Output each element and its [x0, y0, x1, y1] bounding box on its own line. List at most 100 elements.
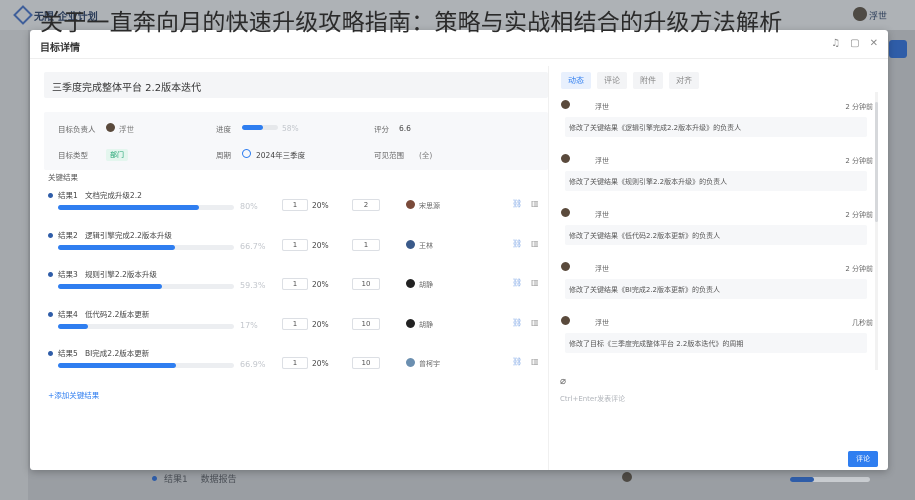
kr-name: 低代码2.2版本更新	[84, 310, 150, 319]
activity-time: 2 分钟前	[845, 103, 873, 111]
objective-progress-bar	[242, 125, 278, 130]
kr-title[interactable]: 结果4 低代码2.2版本更新	[58, 309, 149, 320]
link-icon[interactable]: ⛓	[512, 239, 522, 248]
weight-stepper[interactable]: 1	[282, 278, 308, 290]
kr-code: 结果3	[58, 270, 78, 279]
link-icon[interactable]: ⛓	[512, 318, 522, 327]
kr-progress-text: 66.9%	[240, 360, 266, 369]
weight-stepper[interactable]: 1	[282, 318, 308, 330]
confidence-stepper[interactable]: 1	[352, 239, 380, 251]
background-kr-name: 数据报告	[200, 475, 237, 485]
background-action-button[interactable]	[889, 40, 907, 58]
activity-user: 浮世	[595, 211, 609, 219]
weight-percent: 20%	[312, 201, 329, 210]
kr-progress-bar	[58, 284, 234, 289]
avatar	[406, 358, 415, 367]
modal-title: 目标详情	[40, 43, 80, 54]
trash-icon[interactable]: ▥	[531, 318, 539, 327]
activity-user: 浮世	[595, 103, 609, 111]
activity-item: 浮世 2 分钟前 修改了关键结果《低代码2.2版本更新》的负责人	[561, 200, 877, 252]
paperclip-icon[interactable]: ⌀	[560, 376, 566, 387]
activity-time: 2 分钟前	[845, 157, 873, 165]
kr-owner[interactable]: 曾柯宇	[419, 359, 440, 369]
confidence-stepper[interactable]: 10	[352, 357, 380, 369]
background-kr-row: 结果1 数据报告	[150, 472, 237, 485]
user-name[interactable]: 浮世	[869, 9, 887, 22]
kr-title[interactable]: 结果5 BI完成2.2版本更新	[58, 348, 149, 359]
key-result-row: 结果4 低代码2.2版本更新 17% 1 20% 10 胡静 ⛓ ▥	[48, 309, 548, 339]
clock-icon	[242, 149, 251, 158]
activity-item: 浮世 2 分钟前 修改了关键结果《规则引擎2.2版本升级》的负责人	[561, 146, 877, 198]
kr-progress-text: 66.7%	[240, 242, 266, 251]
kr-code: 结果4	[58, 310, 78, 319]
link-icon[interactable]: ⛓	[512, 199, 522, 208]
link-icon[interactable]: ⛓	[512, 357, 522, 366]
activity-tabs: 动态 评论 附件 对齐	[561, 72, 699, 89]
objective-title-field[interactable]: 三季度完成整体平台 2.2版本迭代	[44, 72, 548, 98]
trash-icon[interactable]: ▥	[531, 199, 539, 208]
tab-activity[interactable]: 动态	[561, 72, 591, 89]
score-label: 评分	[374, 125, 389, 134]
kr-owner[interactable]: 胡静	[419, 320, 433, 330]
weight-stepper[interactable]: 1	[282, 199, 308, 211]
avatar	[561, 208, 570, 217]
kr-owner[interactable]: 王林	[419, 241, 433, 251]
visibility-label: 可见范围	[374, 151, 404, 160]
activity-user: 浮世	[595, 319, 609, 327]
background-progress-bar	[790, 477, 870, 482]
bell-icon[interactable]: ♫	[831, 38, 840, 49]
kr-code: 结果5	[58, 349, 78, 358]
kr-progress-bar	[58, 363, 234, 368]
link-icon[interactable]: ⛓	[512, 278, 522, 287]
avatar	[406, 240, 415, 249]
objective-pane: 三季度完成整体平台 2.2版本迭代 目标负责人 浮世 进度 58% 评分 6.6…	[44, 72, 548, 170]
feed-scrollbar[interactable]	[875, 92, 878, 370]
kr-title[interactable]: 结果3 规则引擎2.2版本升级	[58, 269, 157, 280]
kr-progress-text: 17%	[240, 321, 258, 330]
owner-value[interactable]: 浮世	[119, 124, 134, 135]
key-result-row: 结果3 规则引擎2.2版本升级 59.3% 1 20% 10 胡静 ⛓ ▥	[48, 269, 548, 299]
user-avatar[interactable]	[853, 7, 867, 21]
comment-input[interactable]: Ctrl+Enter发表评论	[560, 394, 625, 404]
tab-attachments[interactable]: 附件	[633, 72, 663, 89]
score-value[interactable]: 6.6	[399, 124, 411, 133]
weight-percent: 20%	[312, 359, 329, 368]
activity-message: 修改了关键结果《逻辑引擎完成2.2版本升级》的负责人	[565, 117, 867, 137]
type-tag[interactable]: 部门	[106, 149, 128, 161]
activity-message: 修改了目标《三季度完成整体平台 2.2版本迭代》的周期	[565, 333, 867, 353]
kr-owner[interactable]: 宋思源	[419, 201, 440, 211]
kr-title[interactable]: 结果1 文档完成升级2.2	[58, 190, 142, 201]
activity-message: 修改了关键结果《BI完成2.2版本更新》的负责人	[565, 279, 867, 299]
add-key-result-button[interactable]: +添加关键结果	[48, 390, 99, 401]
background-kr-code: 结果1	[164, 475, 188, 485]
avatar	[406, 319, 415, 328]
confidence-stepper[interactable]: 2	[352, 199, 380, 211]
modal-toolbar: ♫ ▢ ✕	[831, 38, 878, 49]
weight-stepper[interactable]: 1	[282, 239, 308, 251]
kr-name: 规则引擎2.2版本升级	[84, 270, 157, 279]
visibility-value[interactable]: (全)	[419, 150, 432, 161]
overlay-headline: 关于一直奔向月的快速升级攻略指南：策略与实战相结合的升级方法解析	[40, 10, 783, 36]
trash-icon[interactable]: ▥	[531, 239, 539, 248]
tab-comments[interactable]: 评论	[597, 72, 627, 89]
kr-title[interactable]: 结果2 逻辑引擎完成2.2版本升级	[58, 230, 172, 241]
trash-icon[interactable]: ▥	[531, 278, 539, 287]
bullet-icon	[48, 233, 53, 238]
activity-time: 2 分钟前	[845, 265, 873, 273]
weight-stepper[interactable]: 1	[282, 357, 308, 369]
owner-avatar	[106, 123, 115, 132]
trash-icon[interactable]: ▢	[850, 38, 859, 49]
comment-submit-button[interactable]: 评论	[848, 451, 878, 467]
confidence-stepper[interactable]: 10	[352, 318, 380, 330]
close-icon[interactable]: ✕	[870, 38, 878, 49]
confidence-stepper[interactable]: 10	[352, 278, 380, 290]
progress-value: 58%	[282, 124, 299, 133]
type-label: 目标类型	[58, 151, 88, 160]
kr-owner[interactable]: 胡静	[419, 280, 433, 290]
avatar	[561, 316, 570, 325]
tab-alignment[interactable]: 对齐	[669, 72, 699, 89]
trash-icon[interactable]: ▥	[531, 357, 539, 366]
period-value[interactable]: 2024年三季度	[256, 150, 305, 161]
kr-code: 结果1	[58, 191, 78, 200]
key-result-row: 结果1 文档完成升级2.2 80% 1 20% 2 宋思源 ⛓ ▥	[48, 190, 548, 220]
